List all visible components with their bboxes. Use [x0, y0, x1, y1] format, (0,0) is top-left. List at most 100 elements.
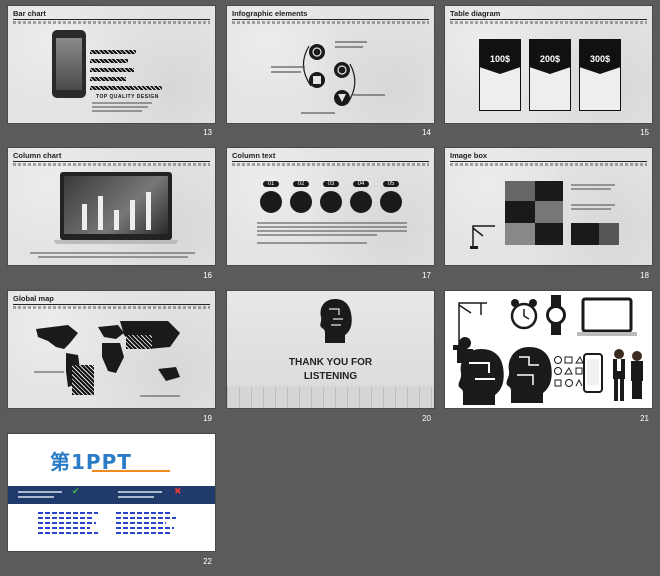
slide-thumbnail-18[interactable]: Image box [445, 148, 652, 265]
slide-number: 21 [640, 414, 649, 423]
image-box [535, 201, 563, 223]
image-box [599, 223, 619, 245]
subtitle-text [450, 21, 647, 24]
image-box [535, 223, 563, 245]
slide-number: 14 [422, 128, 431, 137]
body-text [571, 208, 611, 210]
body-text [92, 102, 152, 104]
slide-thumbnail-16[interactable]: Column chart [8, 148, 215, 265]
column-bars [82, 192, 151, 230]
subtitle-text [450, 163, 647, 166]
link-list [38, 512, 208, 548]
body-text [140, 395, 180, 397]
slide-thumbnail-17[interactable]: Column text 01 02 03 04 05 [227, 148, 434, 265]
body-text [257, 234, 377, 236]
slide-caption: TOP QUALITY DESIGN [96, 94, 159, 100]
image-box [505, 181, 535, 201]
price-value: 200$ [539, 54, 561, 64]
image-box [571, 223, 599, 245]
banner [8, 486, 215, 504]
step-number: 02 [293, 181, 309, 187]
slide-number: 17 [422, 271, 431, 280]
body-text [34, 371, 64, 373]
body-text [92, 110, 142, 112]
bar-4 [90, 77, 126, 81]
price-value: 300$ [589, 54, 611, 64]
bar-5 [90, 86, 162, 90]
step-number: 04 [353, 181, 369, 187]
slide-thumbnail-22[interactable]: 第1PPT ✔ ✖ [8, 434, 215, 551]
slide-number: 22 [203, 557, 212, 566]
price-column-1: 100$ [479, 39, 521, 111]
bar-1 [90, 50, 136, 54]
logo-underline [92, 470, 170, 472]
slide-thumbnail-21[interactable] [445, 291, 652, 408]
map-highlight [72, 365, 94, 395]
image-box [505, 201, 535, 223]
map-highlight [126, 335, 152, 349]
price-value: 100$ [489, 54, 511, 64]
step-circle [290, 191, 312, 213]
subtitle-text [13, 21, 210, 24]
bar-3 [90, 68, 134, 72]
step-circle [380, 191, 402, 213]
image-box [505, 223, 535, 245]
infographic-icons [271, 41, 385, 114]
body-text [571, 184, 615, 186]
watch-icon [546, 295, 566, 335]
body-text [571, 204, 615, 206]
slide-thumbnail-20[interactable]: THANK YOU FOR LISTENING [227, 291, 434, 408]
slide-title: Table diagram [450, 9, 501, 18]
thank-you-line-2: LISTENING [303, 371, 358, 382]
small-icons-grid [554, 356, 583, 387]
slide-number: 19 [203, 414, 212, 423]
phone-screen [56, 38, 82, 90]
slide-number: 16 [203, 271, 212, 280]
body-text [257, 242, 367, 244]
slide-thumbnail-19[interactable]: Global map [8, 291, 215, 408]
world-map [36, 321, 180, 387]
bar-2 [90, 59, 128, 63]
floor [227, 387, 434, 408]
title-rule [450, 19, 647, 20]
price-column-3: 300$ [579, 39, 621, 111]
slide-number: 13 [203, 128, 212, 137]
smartphone-icon [583, 353, 603, 393]
step-number: 01 [263, 181, 279, 187]
head-silhouette-icon [506, 347, 552, 403]
laptop-icon [577, 297, 637, 336]
body-text [92, 106, 148, 108]
slide-title: Column text [232, 151, 276, 160]
step-number: 05 [383, 181, 399, 187]
head-silhouette-icon [320, 299, 352, 343]
banner-text [18, 491, 62, 493]
body-text [30, 252, 195, 254]
title-rule [13, 19, 210, 20]
business-people-image [613, 349, 643, 401]
banner-text [118, 491, 162, 493]
banner-text [118, 496, 154, 498]
slide-number: 20 [422, 414, 431, 423]
slide-thumbnail-14[interactable]: Infographic elements [227, 6, 434, 123]
step-circle [320, 191, 342, 213]
body-text [257, 226, 407, 228]
banner-text [18, 496, 54, 498]
body-text [257, 222, 407, 224]
check-icon: ✔ [72, 486, 80, 496]
body-text [38, 256, 188, 258]
title-rule [232, 161, 429, 162]
head-silhouette-icon [458, 349, 504, 405]
slide-title: Image box [450, 151, 488, 160]
slide-thumbnail-13[interactable]: Bar chart TOP QUALITY DESIGN [8, 6, 215, 123]
slide-thumbnail-15[interactable]: Table diagram 100$ 200$ 300$ [445, 6, 652, 123]
thank-you-line-1: THANK YOU FOR [288, 357, 373, 368]
slide-number: 18 [640, 271, 649, 280]
alarm-clock-icon [510, 299, 538, 330]
crane-icon [470, 225, 495, 249]
body-text [571, 188, 611, 190]
body-text [257, 230, 407, 232]
cross-icon: ✖ [174, 486, 182, 496]
step-circle [260, 191, 282, 213]
slide-number: 15 [640, 128, 649, 137]
title-rule [450, 161, 647, 162]
